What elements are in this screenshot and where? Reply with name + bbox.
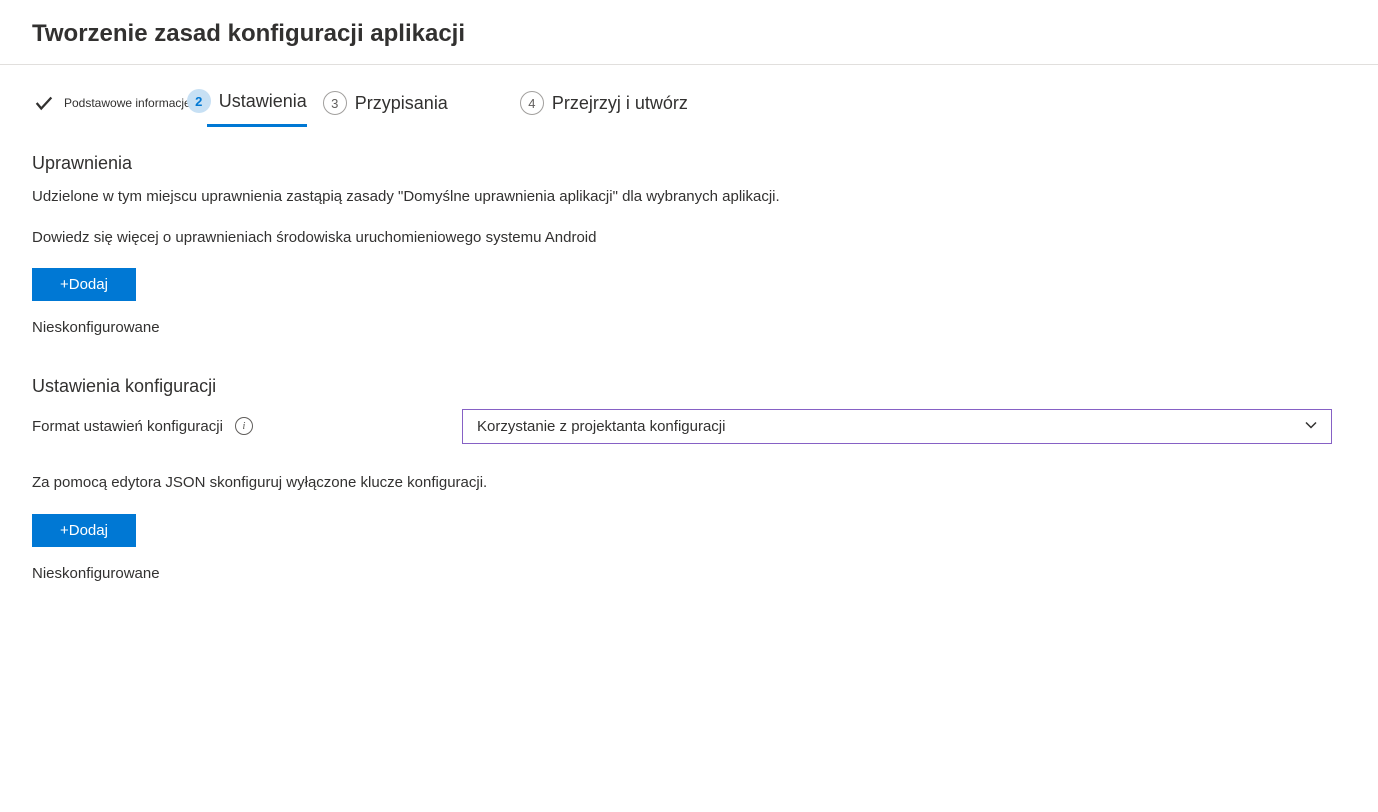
page-title: Tworzenie zasad konfiguracji aplikacji: [32, 20, 1346, 48]
step-assignments[interactable]: 3 Przypisania: [323, 91, 448, 115]
permissions-status: Nieskonfigurowane: [32, 319, 1346, 336]
step-basic-info[interactable]: Podstawowe informacje: [32, 91, 191, 115]
step-number: 4: [520, 91, 544, 115]
permissions-heading: Uprawnienia: [32, 153, 1346, 174]
config-status: Nieskonfigurowane: [32, 565, 1346, 582]
config-format-label: Format ustawień konfiguracji: [32, 418, 223, 435]
info-icon[interactable]: i: [235, 417, 253, 435]
permissions-learn-more-link[interactable]: Dowiedz się więcej o uprawnieniach środo…: [32, 229, 1346, 246]
config-heading: Ustawienia konfiguracji: [32, 376, 1346, 397]
add-permission-button[interactable]: +Dodaj: [32, 268, 136, 301]
config-settings-section: Ustawienia konfiguracji Format ustawień …: [32, 376, 1346, 583]
step-number: 3: [323, 91, 347, 115]
step-review-create[interactable]: 4 Przejrzyj i utwórz: [520, 91, 688, 115]
step-label: Ustawienia: [219, 91, 307, 112]
step-number: 2: [187, 89, 211, 113]
step-label: Podstawowe informacje: [64, 96, 191, 110]
wizard-stepper: Podstawowe informacje 2 Ustawienia 3 Prz…: [32, 89, 1346, 117]
step-settings[interactable]: 2 Ustawienia: [207, 89, 307, 117]
checkmark-icon: [32, 91, 56, 115]
step-label: Przejrzyj i utwórz: [552, 93, 688, 114]
step-label: Przypisania: [355, 93, 448, 114]
config-json-hint: Za pomocą edytora JSON skonfiguruj wyłąc…: [32, 472, 1346, 495]
config-format-row: Format ustawień konfiguracji i Korzystan…: [32, 409, 1346, 444]
permissions-description: Udzielone w tym miejscu uprawnienia zast…: [32, 186, 1346, 209]
permissions-section: Uprawnienia Udzielone w tym miejscu upra…: [32, 153, 1346, 336]
config-format-select[interactable]: Korzystanie z projektanta konfiguracji: [462, 409, 1332, 444]
add-config-button[interactable]: +Dodaj: [32, 514, 136, 547]
